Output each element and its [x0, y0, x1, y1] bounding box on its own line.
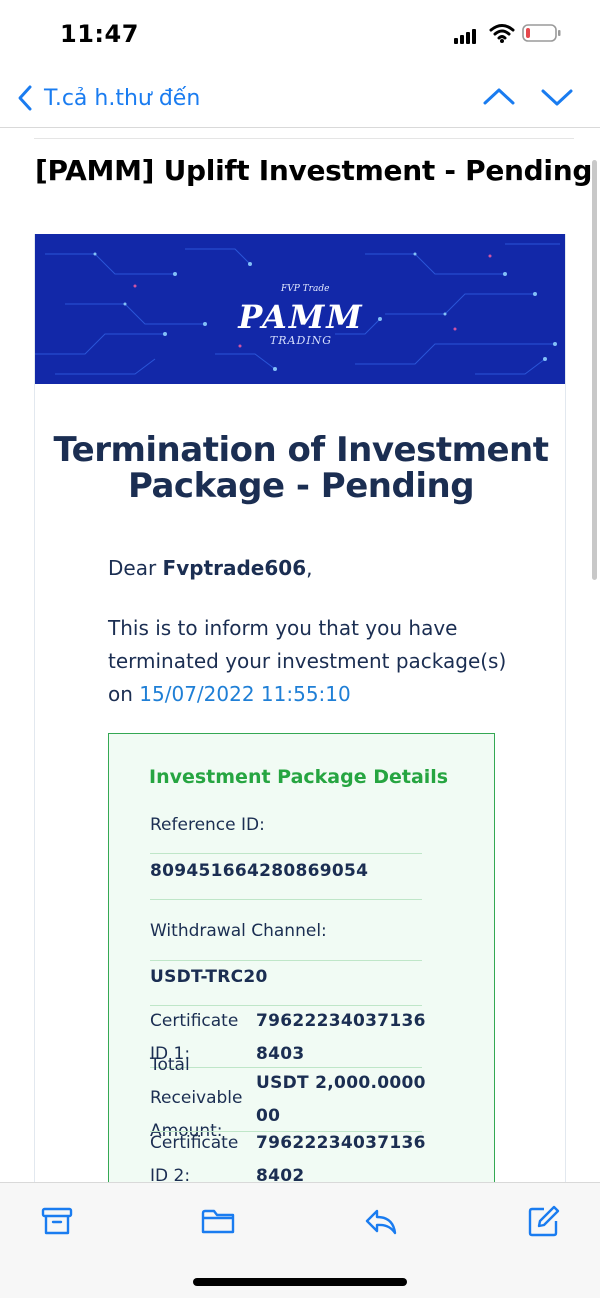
- investment-details-box: Investment Package Details Reference ID:…: [108, 733, 495, 1194]
- signal-icon: [454, 28, 478, 44]
- greeting-suffix: ,: [306, 556, 313, 580]
- certificate-id-1-value: 796222340371368403: [256, 1011, 426, 1064]
- intro-paragraph: This is to inform you that you have term…: [108, 612, 508, 711]
- email-subject: [PAMM] Uplift Investment - Pending: [35, 154, 593, 187]
- divider: [150, 899, 422, 900]
- email-heading: Termination of Investment Package - Pend…: [53, 430, 549, 506]
- back-label: T.cả h.thư đến: [44, 85, 201, 111]
- email-body: FVP Trade PAMM TRADING Termination of In…: [34, 234, 566, 1194]
- nav-bar: T.cả h.thư đến: [0, 70, 600, 128]
- reply-icon[interactable]: [363, 1203, 399, 1239]
- chevron-left-icon: [18, 85, 32, 111]
- reference-id-label: Reference ID:: [150, 815, 265, 835]
- wifi-icon: [489, 24, 515, 43]
- chevron-up-icon[interactable]: [481, 83, 517, 111]
- greeting: Dear Fvptrade606,: [108, 556, 312, 580]
- reference-id-value: 809451664280869054: [150, 861, 369, 881]
- withdrawal-channel-label: Withdrawal Channel:: [150, 921, 327, 941]
- divider: [150, 960, 422, 961]
- divider: [34, 138, 574, 139]
- brand-subtitle-text: TRADING: [269, 334, 333, 347]
- withdrawal-channel-value: USDT-TRC20: [150, 967, 268, 987]
- scrollbar[interactable]: [592, 160, 597, 580]
- brand-title-text: PAMM: [238, 298, 364, 336]
- brand-small-text: FVP Trade: [281, 284, 330, 294]
- status-time: 11:47: [60, 20, 139, 48]
- chevron-down-icon[interactable]: [539, 83, 575, 111]
- home-indicator[interactable]: [193, 1278, 407, 1286]
- greeting-prefix: Dear: [108, 556, 163, 580]
- pamm-banner: FVP Trade PAMM TRADING: [35, 234, 565, 384]
- pamm-logo: FVP Trade PAMM TRADING: [35, 234, 565, 384]
- total-receivable-value: USDT 2,000.000000: [256, 1073, 426, 1126]
- status-bar: 11:47: [0, 0, 600, 70]
- compose-icon[interactable]: [526, 1203, 562, 1239]
- battery-icon: [522, 24, 561, 42]
- back-to-inbox-button[interactable]: T.cả h.thư đến: [14, 80, 200, 116]
- username: Fvptrade606: [162, 556, 307, 580]
- termination-date-link[interactable]: 15/07/2022 11:55:10: [139, 682, 350, 706]
- folder-icon[interactable]: [200, 1203, 236, 1239]
- archive-icon[interactable]: [39, 1203, 75, 1239]
- divider: [150, 853, 422, 854]
- details-title: Investment Package Details: [149, 766, 449, 788]
